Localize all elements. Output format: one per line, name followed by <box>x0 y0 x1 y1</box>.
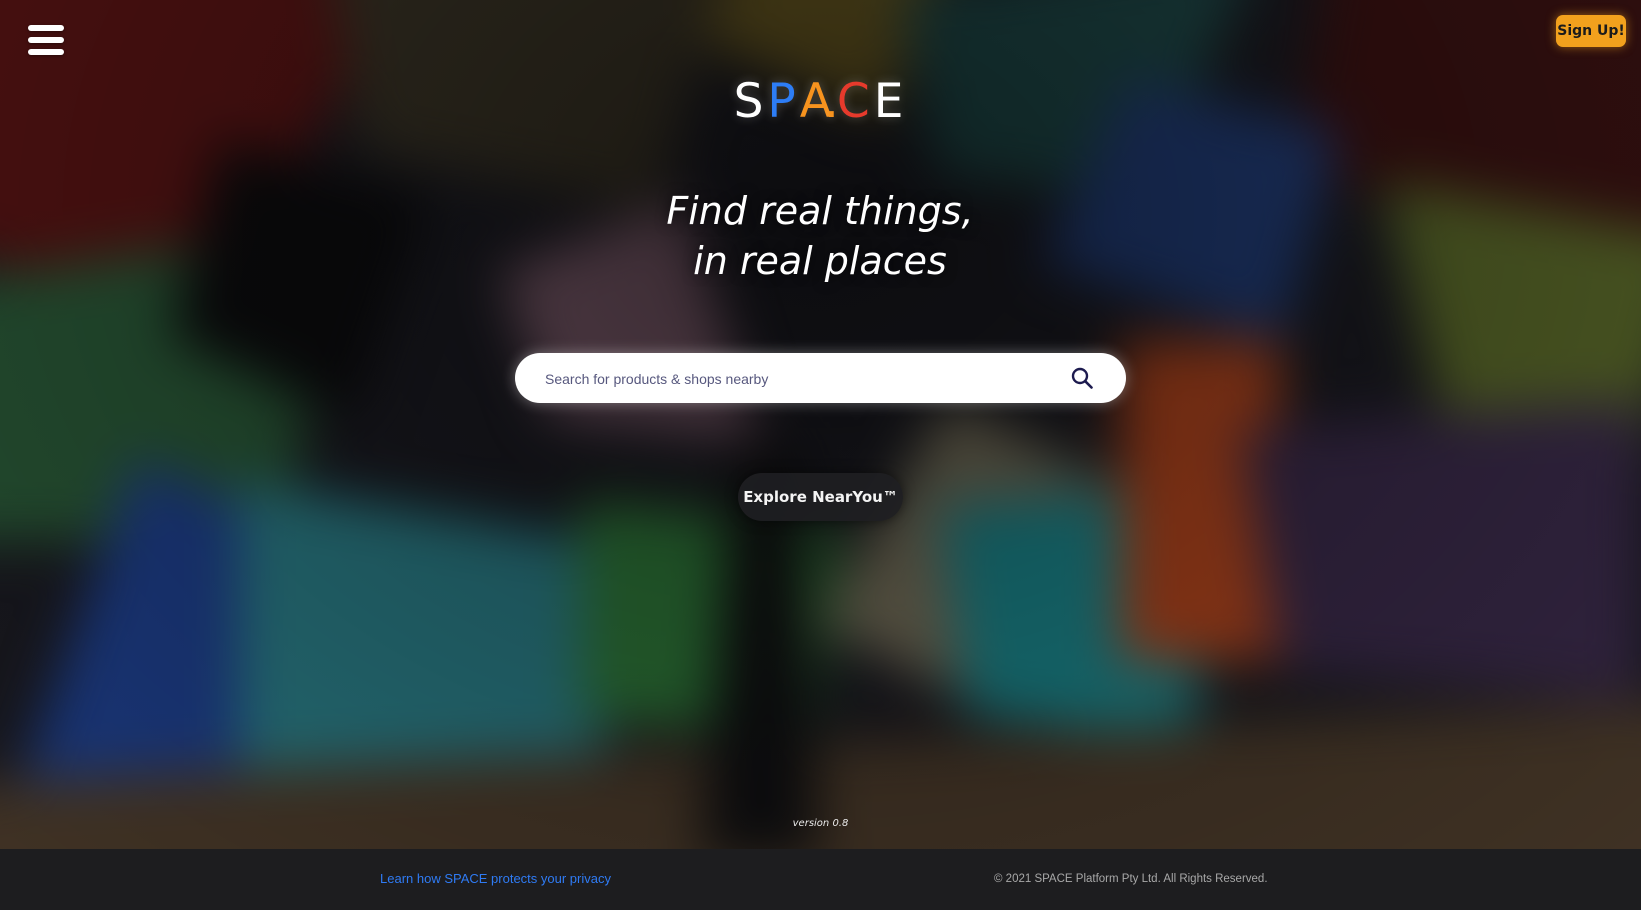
version-label: version 0.8 <box>792 818 849 829</box>
signup-button[interactable]: Sign Up! <box>1556 15 1626 47</box>
landing-page: Sign Up! SPA.CE Find real things, in rea… <box>0 0 1641 912</box>
hero-background: Sign Up! SPA.CE Find real things, in rea… <box>0 0 1641 849</box>
search-input[interactable] <box>543 353 1047 405</box>
tagline-line-2: in real places <box>693 239 947 283</box>
copyright-text: © 2021 SPACE Platform Pty Ltd. All Right… <box>994 873 1268 885</box>
space-logo: SPA.CE <box>720 76 921 128</box>
hero-tagline: Find real things, in real places <box>520 186 1120 286</box>
logo-letter-e: E <box>873 74 908 129</box>
footer: Learn how SPACE protects your privacy © … <box>0 849 1641 912</box>
search-icon[interactable] <box>1070 366 1094 390</box>
logo-letter-s: S <box>733 74 768 129</box>
footer-bar: Learn how SPACE protects your privacy © … <box>0 849 1641 910</box>
tagline-line-1: Find real things, <box>666 189 974 233</box>
explore-nearyou-button[interactable]: Explore NearYou™ <box>738 473 903 521</box>
search-bar <box>515 353 1126 405</box>
logo-letter-c: C <box>836 74 874 129</box>
privacy-link[interactable]: Learn how SPACE protects your privacy <box>380 870 611 888</box>
logo-letter-p: P <box>767 74 800 129</box>
hamburger-menu-icon[interactable] <box>28 25 64 57</box>
